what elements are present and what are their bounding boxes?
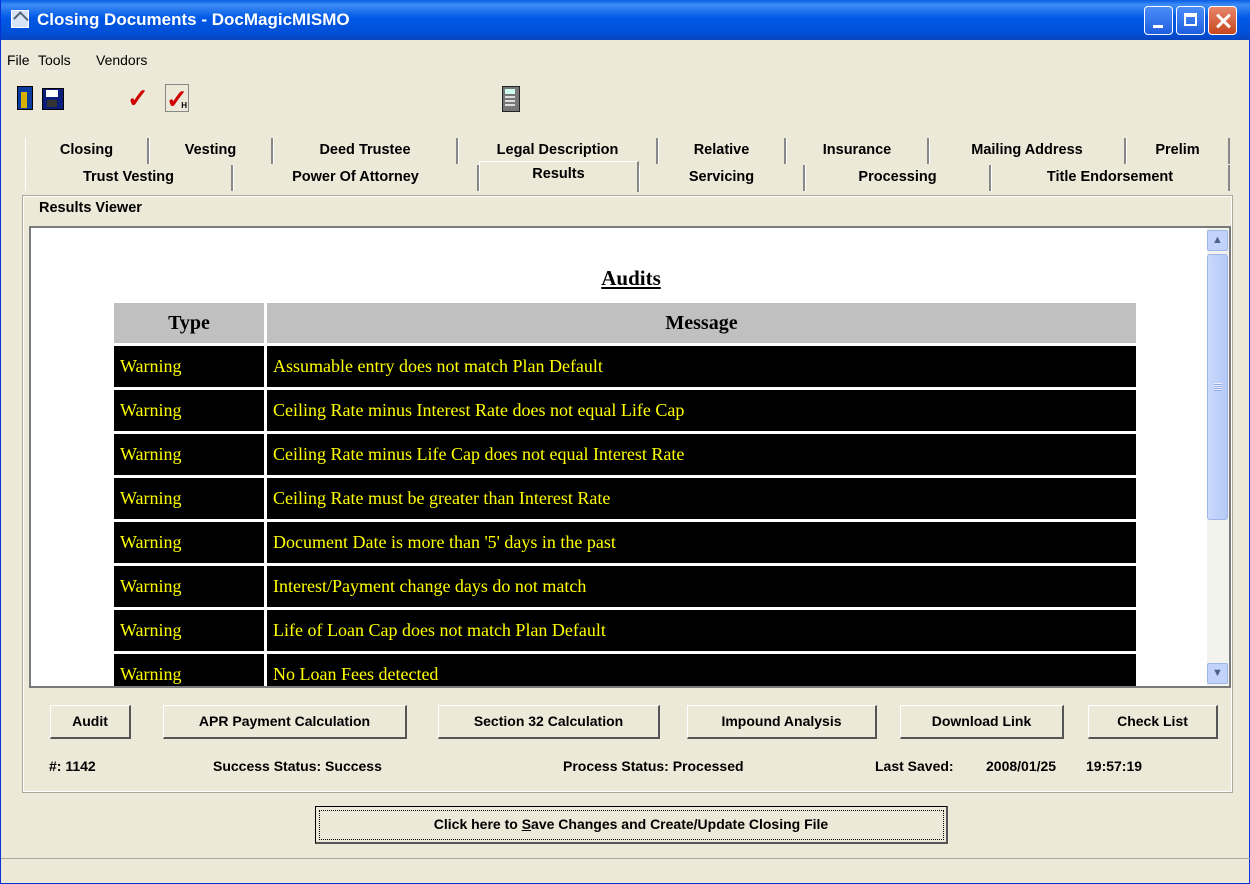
row-message: Ceiling Rate minus Interest Rate does no… bbox=[267, 390, 1136, 431]
row-type: Warning bbox=[114, 610, 264, 651]
row-message: Assumable entry does not match Plan Defa… bbox=[267, 346, 1136, 387]
column-header-type: Type bbox=[114, 303, 264, 343]
window-title: Closing Documents - DocMagicMISMO bbox=[37, 10, 350, 29]
calculator-icon[interactable] bbox=[499, 84, 523, 112]
row-type: Warning bbox=[114, 346, 264, 387]
check-icon[interactable]: ✓ bbox=[127, 84, 151, 112]
menu-file[interactable]: File bbox=[7, 52, 30, 68]
audits-heading: Audits bbox=[601, 266, 661, 290]
audit-table: Type Message Warning Assumable entry does… bbox=[111, 300, 1139, 686]
apr-payment-calculation-button[interactable]: APR Payment Calculation bbox=[163, 705, 407, 739]
app-icon bbox=[11, 10, 29, 28]
last-saved-date: 2008/01/25 bbox=[986, 758, 1057, 774]
success-status: Success Status: Success bbox=[213, 758, 382, 774]
scroll-thumb[interactable] bbox=[1207, 254, 1228, 520]
tab-relative[interactable]: Relative bbox=[658, 138, 786, 164]
row-message: Ceiling Rate minus Life Cap does not equ… bbox=[267, 434, 1136, 475]
maximize-button[interactable] bbox=[1176, 6, 1205, 35]
row-message: Ceiling Rate must be greater than Intere… bbox=[267, 478, 1136, 519]
row-type: Warning bbox=[114, 522, 264, 563]
row-type: Warning bbox=[114, 434, 264, 475]
row-message: Document Date is more than '5' days in t… bbox=[267, 522, 1136, 563]
vertical-scrollbar[interactable]: ▲ ▼ bbox=[1207, 228, 1229, 686]
results-viewer[interactable]: Audits Type Message Warning Assumable ent… bbox=[29, 226, 1231, 688]
tab-vesting[interactable]: Vesting bbox=[149, 138, 273, 164]
check-h-icon[interactable]: ✓ H bbox=[165, 84, 189, 113]
audit-button[interactable]: Audit bbox=[50, 705, 131, 739]
tab-closing[interactable]: Closing bbox=[25, 138, 149, 164]
tab-insurance[interactable]: Insurance bbox=[786, 138, 929, 164]
toolbar: ✓ ✓ H bbox=[1, 84, 1250, 120]
row-type: Warning bbox=[114, 478, 264, 519]
row-type: Warning bbox=[114, 654, 264, 686]
minimize-button[interactable] bbox=[1144, 6, 1173, 35]
menu-vendors[interactable]: Vendors bbox=[96, 52, 147, 68]
title-bar[interactable]: Closing Documents - DocMagicMISMO bbox=[1, 0, 1250, 40]
results-viewer-legend: Results Viewer bbox=[37, 200, 144, 216]
table-row: Warning Ceiling Rate minus Life Cap does … bbox=[114, 434, 1136, 475]
process-status: Process Status: Processed bbox=[563, 758, 744, 774]
row-message: Life of Loan Cap does not match Plan Def… bbox=[267, 610, 1136, 651]
tab-prelim[interactable]: Prelim bbox=[1126, 138, 1230, 164]
row-type: Warning bbox=[114, 390, 264, 431]
save-icon[interactable] bbox=[41, 84, 65, 112]
row-message: Interest/Payment change days do not matc… bbox=[267, 566, 1136, 607]
scroll-down-icon[interactable]: ▼ bbox=[1207, 663, 1228, 684]
table-header-row: Type Message bbox=[114, 303, 1136, 343]
exit-icon[interactable] bbox=[15, 84, 39, 112]
main-button-rest: ave Changes and Create/Update Closing Fi… bbox=[531, 816, 829, 832]
scroll-up-icon[interactable]: ▲ bbox=[1207, 230, 1228, 251]
section-32-calculation-button[interactable]: Section 32 Calculation bbox=[438, 705, 660, 739]
tab-trust-vesting[interactable]: Trust Vesting bbox=[25, 165, 233, 191]
download-link-button[interactable]: Download Link bbox=[900, 705, 1064, 739]
table-row: Warning Ceiling Rate minus Interest Rate … bbox=[114, 390, 1136, 431]
row-message: No Loan Fees detected bbox=[267, 654, 1136, 686]
table-row: Warning Assumable entry does not match Pl… bbox=[114, 346, 1136, 387]
table-row: Warning Life of Loan Cap does not match P… bbox=[114, 610, 1136, 651]
tab-power-of-attorney[interactable]: Power Of Attorney bbox=[233, 165, 479, 191]
tab-title-endorsement[interactable]: Title Endorsement bbox=[991, 165, 1230, 191]
row-type: Warning bbox=[114, 566, 264, 607]
tab-row-2: Trust Vesting Power Of Attorney Results … bbox=[25, 161, 1230, 192]
tab-mailing-address[interactable]: Mailing Address bbox=[929, 138, 1126, 164]
tab-servicing[interactable]: Servicing bbox=[639, 165, 805, 191]
file-number: #: 1142 bbox=[49, 758, 96, 774]
check-list-button[interactable]: Check List bbox=[1088, 705, 1218, 739]
tab-deed-trustee[interactable]: Deed Trustee bbox=[273, 138, 458, 164]
impound-analysis-button[interactable]: Impound Analysis bbox=[687, 705, 877, 739]
table-row: Warning No Loan Fees detected bbox=[114, 654, 1136, 686]
menu-tools[interactable]: Tools bbox=[38, 52, 71, 68]
save-and-create-closing-file-button[interactable]: Click here to Save Changes and Create/Up… bbox=[315, 806, 948, 844]
table-row: Warning Ceiling Rate must be greater than… bbox=[114, 478, 1136, 519]
close-button[interactable] bbox=[1208, 6, 1237, 35]
tab-results[interactable]: Results bbox=[479, 161, 639, 192]
table-row: Warning Document Date is more than '5' da… bbox=[114, 522, 1136, 563]
last-saved-time: 19:57:19 bbox=[1086, 758, 1143, 774]
app-window: Closing Documents - DocMagicMISMO File T… bbox=[0, 0, 1250, 884]
tab-processing[interactable]: Processing bbox=[805, 165, 991, 191]
column-header-message: Message bbox=[267, 303, 1136, 343]
last-saved-label: Last Saved: bbox=[875, 758, 954, 774]
main-button-prefix: Click here to bbox=[433, 816, 522, 832]
status-bar-divider bbox=[1, 858, 1250, 859]
table-row: Warning Interest/Payment change days do n… bbox=[114, 566, 1136, 607]
main-button-accel: S bbox=[521, 816, 532, 832]
